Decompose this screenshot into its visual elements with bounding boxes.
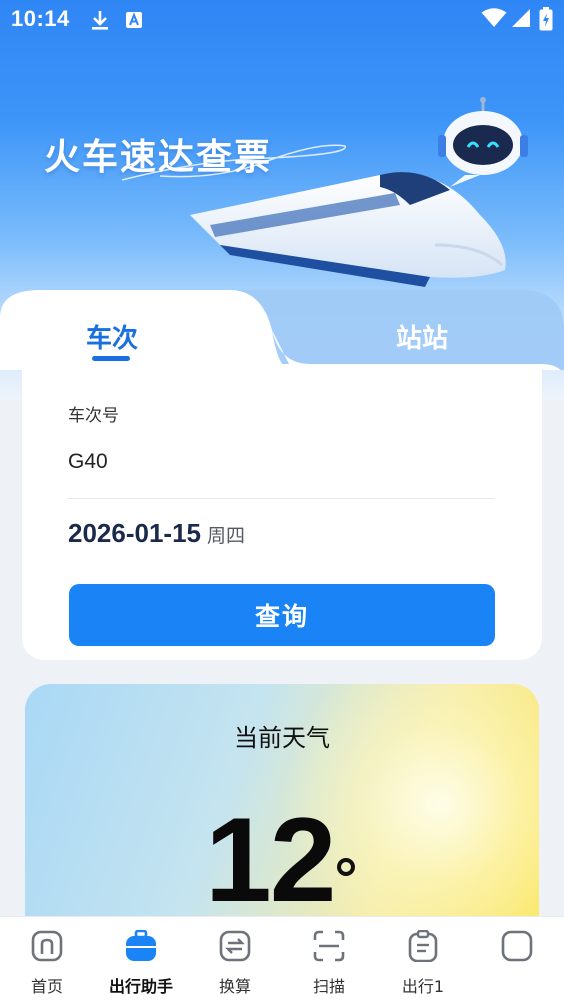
- tab-active-indicator: [92, 356, 130, 361]
- nav-scan[interactable]: 扫描: [282, 917, 376, 1004]
- date-value: 2026-01-15: [68, 518, 201, 548]
- square-icon: [501, 930, 533, 962]
- train-illustration: [190, 97, 528, 287]
- nav-label: 出行1: [401, 977, 445, 996]
- nav-label: 换算: [218, 977, 251, 996]
- tab-bar-shape: [0, 290, 564, 370]
- clipboard-icon: [408, 930, 438, 962]
- field-divider: [68, 498, 495, 499]
- tab-train-number[interactable]: 车次: [86, 318, 138, 355]
- status-bar: 10:14: [0, 0, 564, 40]
- nav-label: 首页: [30, 977, 63, 996]
- signal-icon: [512, 9, 530, 27]
- tab-station-to-station[interactable]: 站站: [396, 318, 448, 355]
- nav-home[interactable]: 首页: [0, 917, 94, 1004]
- robot-mascot: [438, 97, 528, 187]
- nav-convert[interactable]: 换算: [188, 917, 282, 1004]
- weather-temperature: 12: [205, 793, 336, 927]
- date-weekday: 周四: [207, 525, 246, 547]
- home-icon: [31, 930, 63, 962]
- train-number-label: 车次号: [68, 406, 119, 426]
- weather-title: 当前天气: [234, 724, 330, 752]
- wifi-icon: [481, 8, 507, 27]
- nav-label: 出行助手: [108, 977, 173, 996]
- status-time: 10:14: [11, 6, 70, 31]
- query-button[interactable]: 查询: [69, 584, 495, 646]
- download-icon: [92, 11, 108, 30]
- battery-icon: [539, 7, 553, 31]
- nav-assistant[interactable]: 出行助手: [94, 917, 188, 1004]
- scan-icon: [313, 930, 345, 962]
- bottom-navigation: 首页 出行助手 换算 扫描 出行1: [0, 916, 564, 1004]
- font-a-icon: [126, 12, 142, 28]
- convert-icon: [219, 930, 251, 962]
- nav-label: 扫描: [312, 977, 345, 996]
- date-picker[interactable]: 2026-01-15 周四: [68, 518, 245, 549]
- train-number-input[interactable]: G40: [68, 450, 108, 474]
- nav-travel-notes[interactable]: 出行1: [376, 917, 470, 1004]
- assistant-icon: [126, 930, 156, 961]
- degree-symbol: [337, 858, 355, 876]
- nav-more[interactable]: [470, 917, 564, 1004]
